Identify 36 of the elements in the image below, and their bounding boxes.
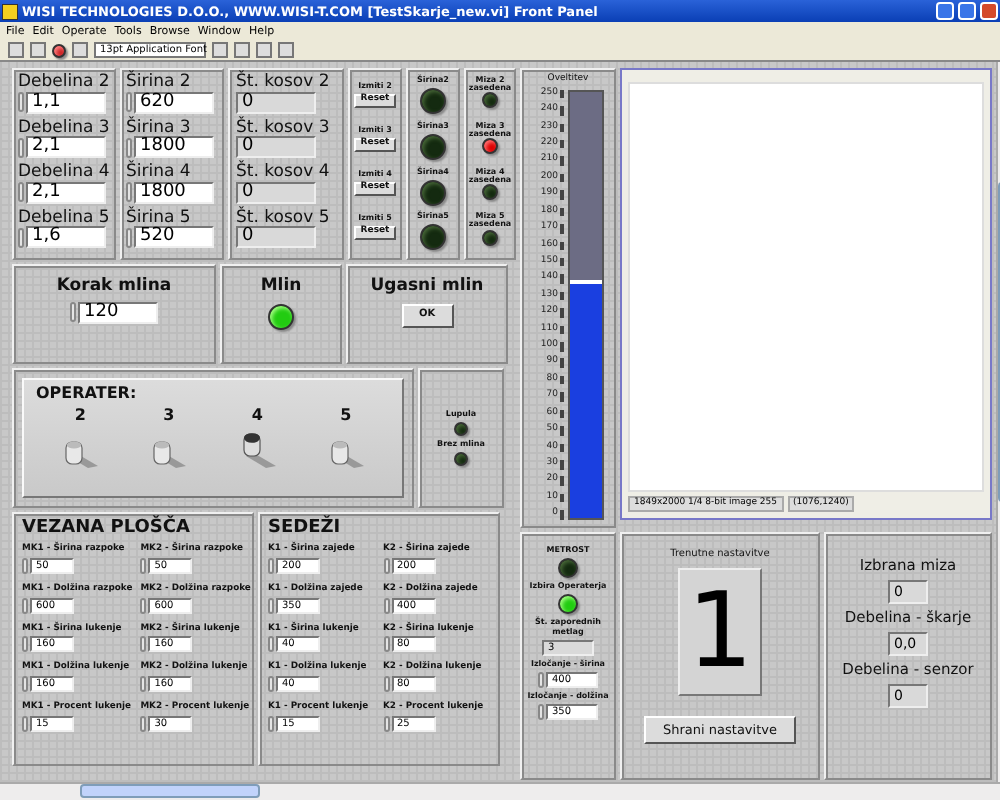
switch-label: 3 [163,408,175,426]
numeric-field[interactable]: 120 [78,301,158,324]
numeric-field[interactable]: 520 [134,226,214,249]
field-label: Št. kosov 2 [236,74,330,92]
numeric-display: 1 [678,568,762,697]
numeric-display: 0 [236,136,316,159]
field-label: Debelina 5 [18,209,110,227]
panel-title: OPERATER: [36,386,139,403]
numeric-field[interactable]: 1,6 [26,226,106,249]
switch-label: 2 [74,408,86,426]
field-label: Debelina 4 [18,164,110,182]
numeric-field[interactable]: 1800 [134,136,214,159]
field-label: Širina 5 [126,209,191,227]
field-label: Št. kosov 5 [236,209,330,227]
switch-label: 4 [251,408,263,426]
section-title: SEDEŽI [268,520,343,539]
switch-label: 5 [340,408,352,426]
field-label: Korak mlina [56,278,172,296]
numeric-field[interactable]: 2,1 [26,181,106,204]
field-label: Širina 4 [126,164,191,182]
field-label: Št. kosov 4 [236,164,330,182]
field-label: Debelina 3 [18,119,110,137]
field-label: Širina 3 [126,119,191,137]
button-label: Ugasni mlin [370,278,484,296]
field-label: Širina 2 [126,74,191,92]
numeric-display: 0 [236,181,316,204]
field-label: Debelina 2 [18,74,110,92]
led-label: Mlin [260,278,302,296]
numeric-field[interactable]: 1,1 [26,91,106,114]
numeric-display: 0 [236,91,316,114]
field-label: Št. kosov 3 [236,119,330,137]
numeric-field[interactable]: 620 [134,91,214,114]
section-title: VEZANA PLOŠČA [22,520,192,539]
numeric-field[interactable]: 1800 [134,181,214,204]
numeric-display: 0 [236,226,316,249]
numeric-field[interactable]: 2,1 [26,136,106,159]
